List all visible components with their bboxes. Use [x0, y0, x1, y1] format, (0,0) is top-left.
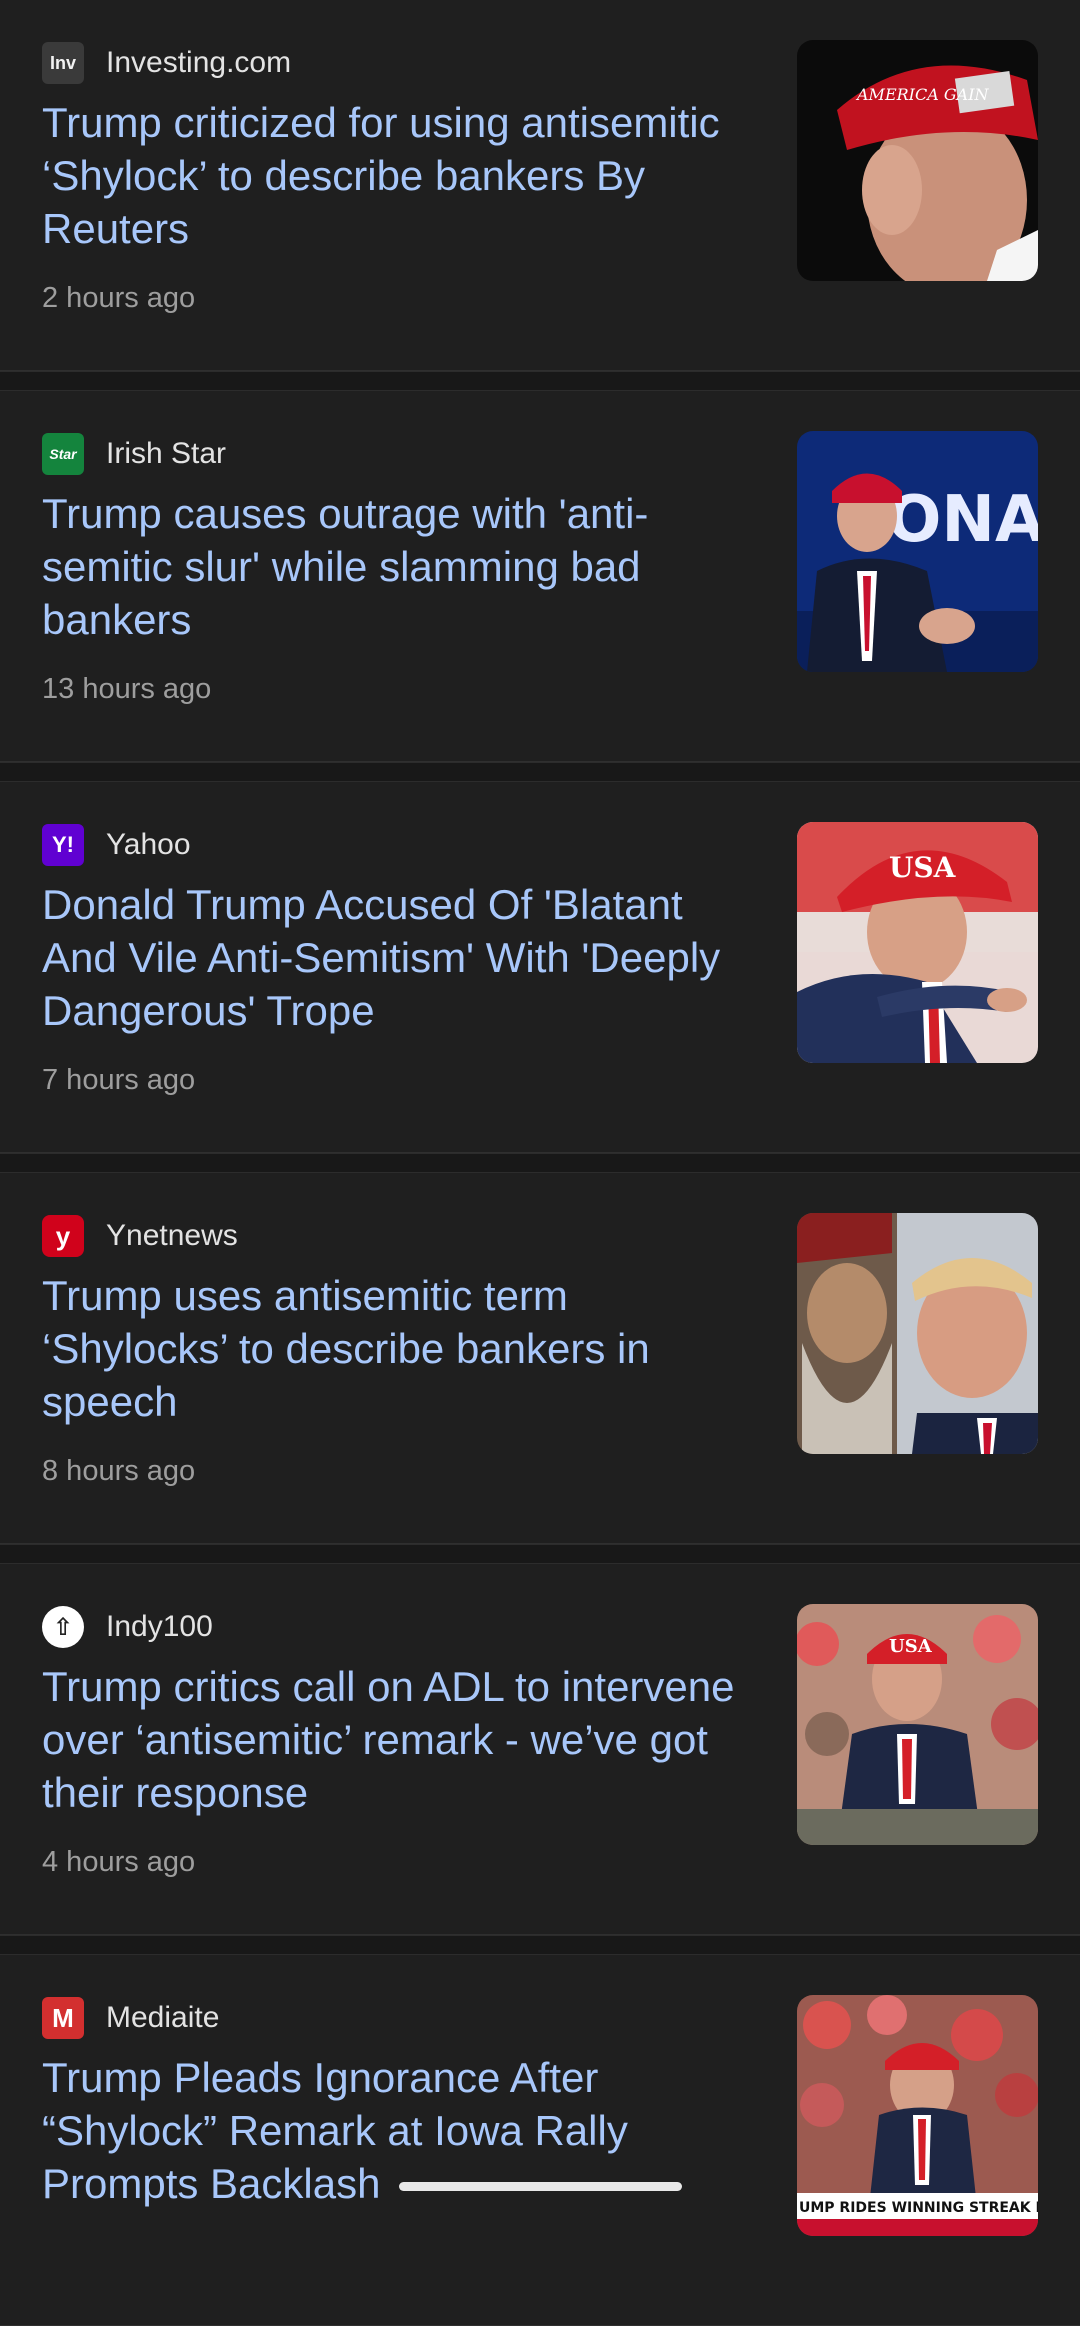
news-source: M Mediaite	[42, 1997, 219, 2039]
cap-text: USA	[889, 1636, 933, 1657]
article-thumbnail[interactable]: ONAL RUN	[797, 431, 1038, 672]
investing-logo-icon: Inv	[42, 42, 84, 84]
mediaite-logo-icon: M	[42, 1997, 84, 2039]
news-ticker-text: UMP RIDES WINNING STREAK IN	[799, 2200, 1038, 2216]
headline-link[interactable]: Trump causes outrage with 'anti-semitic …	[42, 487, 762, 646]
source-name: Irish Star	[106, 437, 227, 470]
news-source: y Ynetnews	[42, 1215, 238, 1257]
article-thumbnail[interactable]	[797, 1213, 1038, 1454]
article-thumbnail[interactable]: UMP RIDES WINNING STREAK IN	[797, 1995, 1038, 2236]
source-name: Yahoo	[106, 828, 191, 861]
article-thumbnail[interactable]: AMERICA GAIN	[797, 40, 1038, 281]
news-card[interactable]: Y! Yahoo Donald Trump Accused Of 'Blatan…	[0, 782, 1080, 1153]
timestamp: 7 hours ago	[42, 1064, 196, 1096]
news-source: Inv Investing.com	[42, 42, 291, 84]
news-source: Y! Yahoo	[42, 824, 191, 866]
timestamp: 4 hours ago	[42, 1846, 196, 1878]
card-divider	[0, 1153, 1080, 1173]
news-source: Star Irish Star	[42, 433, 226, 475]
headline-link[interactable]: Trump uses antisemitic term ‘Shylocks’ t…	[42, 1269, 762, 1428]
news-feed: Inv Investing.com Trump criticized for u…	[0, 0, 1080, 2326]
article-thumbnail[interactable]: USA	[797, 1604, 1038, 1845]
headline-link[interactable]: Trump critics call on ADL to intervene o…	[42, 1660, 762, 1819]
news-source: ⇧ Indy100	[42, 1606, 213, 1648]
source-name: Investing.com	[106, 46, 292, 79]
yahoo-logo-icon: Y!	[42, 824, 84, 866]
cap-text: AMERICA GAIN	[855, 85, 990, 104]
timestamp: 13 hours ago	[42, 673, 212, 705]
headline-link[interactable]: Trump criticized for using antisemitic ‘…	[42, 96, 762, 255]
cap-text: USA	[889, 851, 957, 884]
news-card[interactable]: y Ynetnews Trump uses antisemitic term ‘…	[0, 1173, 1080, 1544]
headline-link[interactable]: Donald Trump Accused Of 'Blatant And Vil…	[42, 878, 762, 1037]
source-name: Mediaite	[106, 2001, 220, 2034]
indy100-logo-icon: ⇧	[42, 1606, 84, 1648]
source-name: Ynetnews	[106, 1219, 238, 1252]
card-divider	[0, 1935, 1080, 1955]
card-divider	[0, 371, 1080, 391]
timestamp: 8 hours ago	[42, 1455, 196, 1487]
news-card[interactable]: M Mediaite Trump Pleads Ignorance After …	[0, 1955, 1080, 2326]
ynetnews-logo-icon: y	[42, 1215, 84, 1257]
card-divider	[0, 762, 1080, 782]
irish-star-logo-icon: Star	[42, 433, 84, 475]
news-card[interactable]: Inv Investing.com Trump criticized for u…	[0, 0, 1080, 371]
gesture-home-bar[interactable]	[399, 2182, 682, 2191]
banner-text: ONAL RUN	[887, 483, 1038, 557]
source-name: Indy100	[106, 1610, 213, 1643]
news-card[interactable]: ⇧ Indy100 Trump critics call on ADL to i…	[0, 1564, 1080, 1935]
card-divider	[0, 1544, 1080, 1564]
timestamp: 2 hours ago	[42, 282, 196, 314]
article-thumbnail[interactable]: USA	[797, 822, 1038, 1063]
news-card[interactable]: Star Irish Star Trump causes outrage wit…	[0, 391, 1080, 762]
